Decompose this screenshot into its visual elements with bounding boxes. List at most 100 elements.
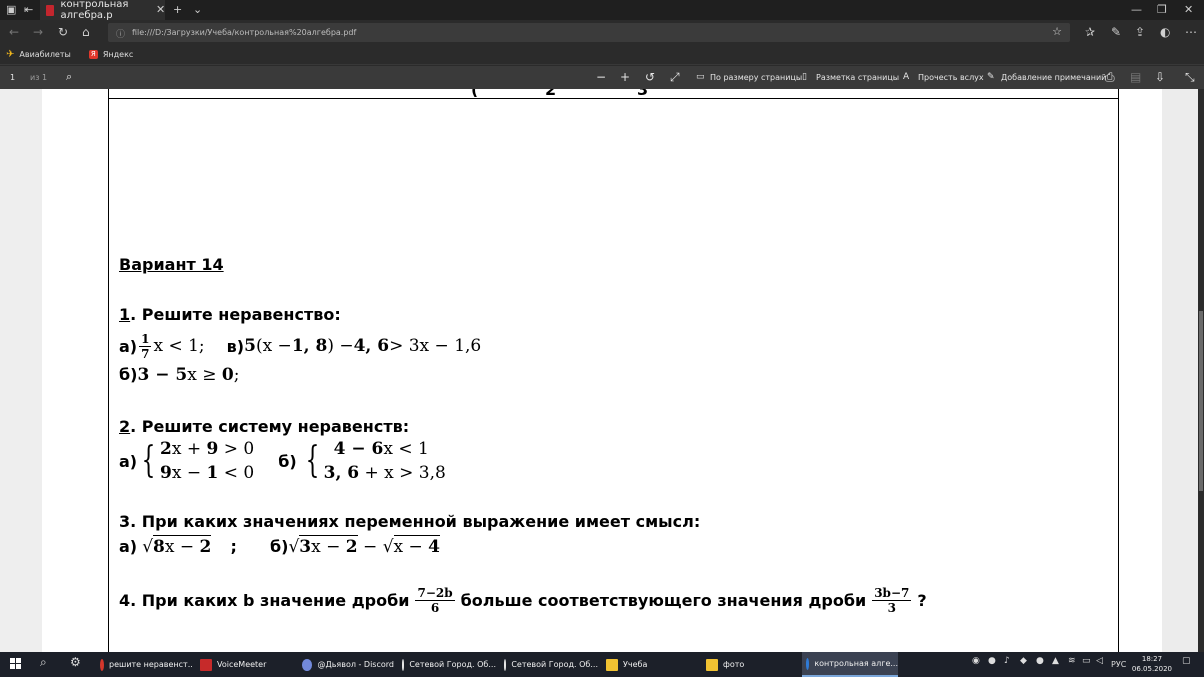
clipped-text-fragment: ( (471, 89, 478, 97)
page-total: из 1 (30, 73, 48, 82)
folder-icon (706, 658, 718, 671)
extension-icon[interactable]: ◐ (1160, 25, 1170, 39)
task1-title: 1. Решите неравенство: (119, 305, 341, 324)
windows-start-icon[interactable] (10, 658, 22, 670)
taskbar-item[interactable]: фото (702, 652, 798, 677)
favorite-star-icon[interactable]: ☆ (1052, 25, 1062, 38)
tabs-aside-icon[interactable]: ⇤ (24, 3, 33, 16)
settings-gear-icon[interactable]: ⚙ (70, 655, 81, 669)
task2-systems: а) { 2x + 9 > 0 9x − 1 < 0 б) { 4 − 6x <… (119, 437, 446, 485)
pin-toolbar-icon[interactable]: ⤡ (1185, 70, 1195, 85)
battery-icon[interactable]: ▭ (1082, 656, 1091, 666)
math-expression: x < 1; (153, 336, 205, 356)
sqrt-sign: √ (382, 537, 394, 557)
taskbar-item[interactable]: Сетевой Город. Об... (398, 652, 496, 677)
voicemeeter-icon (200, 658, 212, 671)
refresh-icon[interactable]: ↻ (58, 25, 68, 39)
microphone-icon[interactable]: ♪ (1004, 656, 1010, 666)
maximize-window-icon[interactable]: ❐ (1157, 3, 1167, 16)
tab-actions-icon[interactable]: ▣ (6, 3, 16, 16)
rotate-icon[interactable]: ↺ (645, 70, 655, 84)
taskbar-item[interactable]: @Дьявол - Discord (298, 652, 394, 677)
tab-title: контрольная алгебра.p (60, 0, 129, 21)
wifi-icon[interactable]: ≋ (1068, 656, 1076, 666)
task1-line-b: б)3 − 5x ≥ 0; (119, 365, 240, 385)
task4-line: 4. При каких b значение дроби 7−2b 6 бол… (119, 586, 927, 615)
notifications-icon[interactable]: ▢ (1182, 656, 1191, 666)
page-gutter-right (1162, 89, 1198, 652)
sqrt-sign: √ (142, 537, 154, 557)
read-aloud-button[interactable]: Прочесть вслух (918, 73, 984, 82)
taskbar-item[interactable]: Сетевой Город. Об... (500, 652, 598, 677)
favorites-icon[interactable]: ✰ (1085, 25, 1095, 39)
discord-icon (302, 658, 313, 671)
share-icon[interactable]: ⇪ (1135, 25, 1145, 39)
yandex-browser-icon (504, 658, 507, 671)
vertical-scrollbar[interactable] (1198, 89, 1204, 652)
browser-tab-active[interactable]: контрольная алгебра.p (40, 0, 165, 21)
new-tab-icon[interactable]: + (173, 3, 182, 16)
windows-taskbar: ⌕ ⚙ решите неравенст... VoiceMeeter @Дья… (0, 652, 1204, 677)
favorite-aviabilety[interactable]: ✈ Авиабилеты (6, 49, 71, 60)
tab-list-chevron-icon[interactable]: ⌄ (193, 3, 202, 16)
reading-list-icon[interactable]: ✎ (1111, 25, 1121, 39)
back-icon[interactable]: ← (9, 25, 19, 39)
more-menu-icon[interactable]: ⋯ (1185, 25, 1197, 39)
volume-icon[interactable]: ◁ (1096, 656, 1103, 666)
tray-icon[interactable]: ▲ (1052, 656, 1059, 666)
clipped-text-fragment: 3 (637, 89, 648, 97)
print-icon[interactable]: ⎙ (1105, 70, 1115, 85)
system-brace: { (305, 440, 320, 481)
tray-icon[interactable]: ● (1036, 656, 1044, 666)
close-tab-icon[interactable]: ✕ (156, 3, 165, 16)
pdf-page: ( 2 3 Вариант 14 1. Решите неравенство: … (42, 89, 1162, 652)
item-label: в) (226, 336, 245, 356)
item-label: а) (119, 451, 138, 471)
system-a: 2x + 9 > 0 9x − 1 < 0 (160, 439, 255, 483)
shield-icon[interactable]: ◆ (1020, 656, 1027, 666)
url-text: file:///D:/Загрузки/Учеба/контрольная%20… (132, 28, 357, 37)
page-number-input[interactable]: 1 (10, 73, 15, 82)
scrollbar-thumb[interactable] (1199, 311, 1203, 491)
system-b: 4 − 6x < 1 3, 6 + x > 3,8 (323, 439, 446, 483)
fullscreen-icon[interactable]: ⤢ (670, 70, 680, 85)
taskbar-item[interactable]: Учеба (602, 652, 698, 677)
system-clock[interactable]: 18:27 06.05.2020 (1132, 654, 1172, 674)
minimize-window-icon[interactable]: — (1131, 3, 1142, 16)
save-icon[interactable]: ▤ (1130, 70, 1141, 84)
forward-icon[interactable]: → (33, 25, 43, 39)
favorite-label: Яндекс (102, 50, 134, 59)
pdf-viewport[interactable]: ( 2 3 Вариант 14 1. Решите неравенство: … (0, 89, 1204, 652)
fit-page-icon: ▭ (696, 72, 705, 82)
fit-page-button[interactable]: По размеру страницы (710, 73, 802, 82)
language-indicator[interactable]: РУС (1111, 660, 1126, 669)
taskbar-item-active[interactable]: контрольная алге... (802, 652, 898, 677)
item-label: б) (278, 451, 297, 471)
tray-icon[interactable]: ● (988, 656, 996, 666)
save-as-icon[interactable]: ⇩ (1155, 70, 1165, 84)
search-icon[interactable]: ⌕ (66, 70, 72, 84)
item-label: а) (119, 336, 138, 356)
zoom-out-icon[interactable]: − (596, 70, 606, 84)
fraction-7-2b-over-6: 7−2b 6 (415, 586, 455, 615)
taskbar-item[interactable]: VoiceMeeter (196, 652, 292, 677)
zoom-in-icon[interactable]: + (620, 70, 630, 84)
task2-title: 2. Решите систему неравенств: (119, 417, 410, 436)
page-layout-button[interactable]: Разметка страницы (816, 73, 899, 82)
clipped-text-fragment: 2 (545, 89, 556, 97)
item-label: б) (119, 365, 138, 384)
browser-titlebar: ▣ ⇤ контрольная алгебра.p ✕ + ⌄ — ❐ ✕ (0, 0, 1204, 21)
close-window-icon[interactable]: ✕ (1184, 3, 1193, 16)
network-globe-icon[interactable]: ◉ (972, 656, 980, 666)
favorite-yandex[interactable]: Я Яндекс (88, 50, 134, 59)
system-brace: { (141, 440, 156, 481)
home-icon[interactable]: ⌂ (82, 25, 90, 39)
yandex-browser-icon (402, 658, 405, 671)
variant-title: Вариант 14 (119, 255, 224, 274)
search-icon[interactable]: ⌕ (40, 655, 47, 670)
favorite-label: Авиабилеты (19, 50, 71, 59)
add-notes-button[interactable]: Добавление примечаний (1001, 73, 1106, 82)
url-input[interactable]: ⓘ file:///D:/Загрузки/Учеба/контрольная%… (108, 23, 1070, 42)
taskbar-item[interactable]: решите неравенст... (96, 652, 192, 677)
address-bar-row: ← → ↻ ⌂ ⓘ file:///D:/Загрузки/Учеба/конт… (0, 20, 1204, 45)
